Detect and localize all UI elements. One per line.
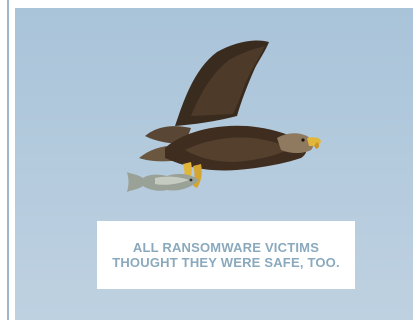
frame-rule xyxy=(7,0,9,320)
ad-caption: ALL RANSOMWARE VICTIMS THOUGHT THEY WERE… xyxy=(112,240,340,270)
eagle-icon xyxy=(139,40,321,188)
caption-box: ALL RANSOMWARE VICTIMS THOUGHT THEY WERE… xyxy=(97,221,355,289)
caption-line-1: ALL RANSOMWARE VICTIMS xyxy=(132,240,320,255)
ad-frame: ALL RANSOMWARE VICTIMS THOUGHT THEY WERE… xyxy=(0,0,418,320)
caption-line-2: THOUGHT THEY WERE SAFE, TOO. xyxy=(112,255,340,270)
fish-icon xyxy=(127,172,199,192)
